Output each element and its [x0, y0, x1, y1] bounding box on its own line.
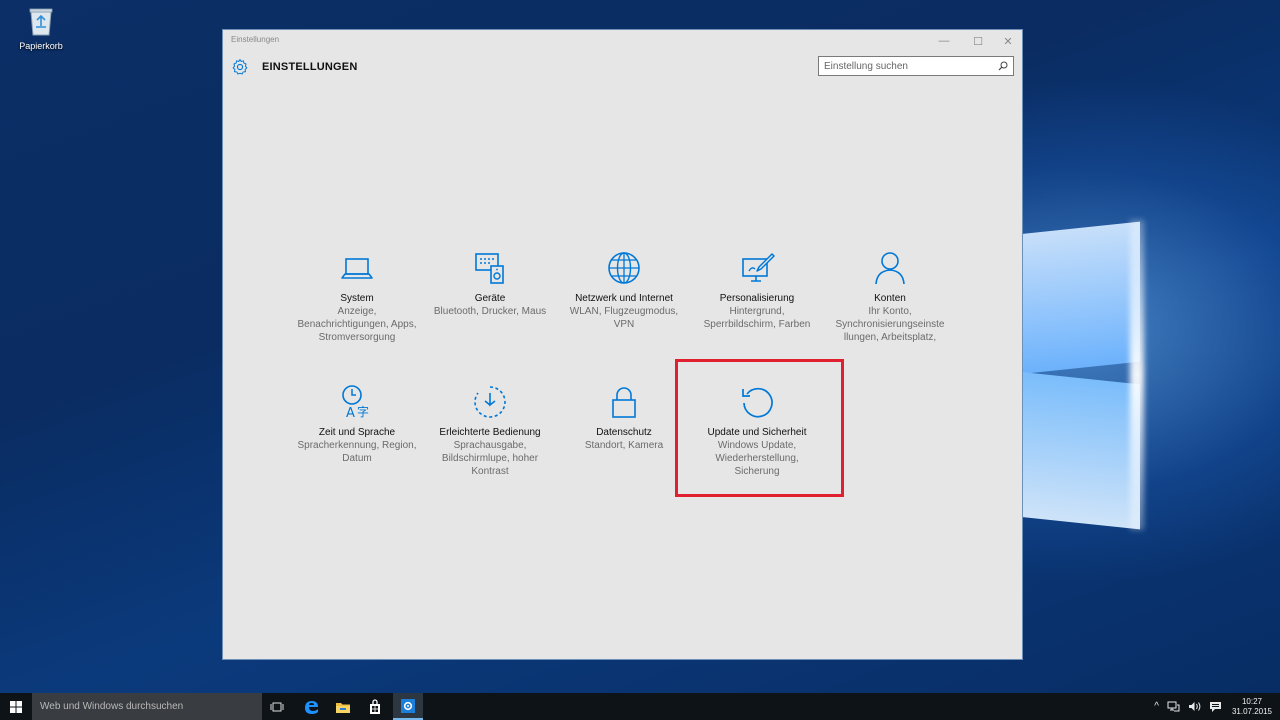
svg-text:字: 字: [357, 404, 369, 419]
tile-devices[interactable]: Geräte Bluetooth, Drucker, Maus: [430, 250, 550, 318]
minimize-button[interactable]: —: [927, 32, 961, 50]
tile-accounts[interactable]: Konten Ihr Konto, Synchronisierungseinst…: [830, 250, 950, 344]
maximize-button[interactable]: ☐: [961, 32, 995, 50]
time-language-icon: A 字: [342, 385, 369, 420]
wallpaper-light-lower: [1018, 371, 1140, 530]
folder-icon: [336, 702, 350, 713]
tile-name: Geräte: [474, 293, 506, 304]
taskbar: Web und Windows durchsuchen ^ 10:27 31.0…: [0, 693, 1280, 720]
tile-ease-of-access[interactable]: Erleichterte Bedienung Sprachausgabe, Bi…: [430, 384, 550, 478]
wallpaper-glow: [1130, 220, 1144, 530]
window-title: Einstellungen: [231, 35, 280, 44]
settings-window: Einstellungen — ☐ ✕ EINSTELLUNGEN System…: [222, 29, 1023, 660]
store-icon: [370, 698, 380, 714]
tile-description: Bluetooth, Drucker, Maus: [433, 306, 547, 317]
gear-icon: [232, 59, 248, 75]
close-button[interactable]: ✕: [991, 32, 1025, 50]
tile-personalization[interactable]: Personalisierung Hintergrund, Sperrbilds…: [697, 250, 817, 331]
taskbar-clock[interactable]: 10:27 31.07.2015: [1232, 697, 1272, 717]
taskbar-edge-button[interactable]: [296, 693, 326, 720]
taskbar-settings-button[interactable]: [393, 693, 423, 720]
desktop-icon-recycle-bin[interactable]: Papierkorb: [14, 6, 68, 51]
volume-icon[interactable]: [1188, 701, 1201, 712]
highlight-box: [675, 359, 844, 497]
tile-description: WLAN, Flugzeugmodus, VPN: [569, 306, 679, 330]
tile-description: Standort, Kamera: [584, 440, 664, 451]
tile-name: Personalisierung: [719, 293, 795, 304]
tile-name: Erleichterte Bedienung: [439, 427, 541, 438]
person-icon: [875, 252, 905, 285]
taskbar-explorer-button[interactable]: [328, 693, 358, 720]
start-button[interactable]: [0, 693, 32, 720]
recycle-bin-label: Papierkorb: [19, 41, 63, 51]
settings-search-input[interactable]: [818, 56, 1014, 76]
tray-chevron-icon[interactable]: ^: [1154, 701, 1159, 712]
clock-time: 10:27: [1241, 696, 1262, 706]
tile-name: System: [340, 293, 374, 304]
tile-privacy[interactable]: Datenschutz Standort, Kamera: [564, 384, 684, 452]
clock-date: 31.07.2015: [1231, 706, 1272, 716]
settings-header: EINSTELLUNGEN: [223, 52, 1022, 92]
laptop-icon: [341, 258, 373, 279]
tile-name: Konten: [874, 293, 906, 304]
wallpaper-light-upper: [1018, 221, 1140, 375]
network-icon[interactable]: [1167, 701, 1180, 712]
recycle-bin-icon: [29, 8, 53, 36]
system-tray: ^ 10:27 31.07.2015: [1146, 693, 1272, 720]
task-view-icon: [270, 702, 284, 711]
notifications-icon[interactable]: [1209, 701, 1222, 713]
svg-text:A: A: [346, 406, 355, 420]
tile-description: Sprachausgabe, Bildschirmlupe, hoher Kon…: [441, 440, 539, 477]
settings-app-icon: [401, 698, 415, 713]
tile-description: Spracherkennung, Region, Datum: [297, 440, 417, 464]
tile-time-language[interactable]: A 字 Zeit und Sprache Spracherkennung, Re…: [297, 384, 417, 465]
task-view-button[interactable]: [262, 693, 292, 720]
ease-of-access-icon: [474, 386, 506, 418]
taskbar-store-button[interactable]: [360, 693, 390, 720]
lock-icon: [612, 387, 636, 418]
tile-description: Ihr Konto, Synchronisierungseinste llung…: [835, 306, 945, 343]
globe-icon: [608, 252, 640, 284]
page-title: EINSTELLUNGEN: [262, 61, 358, 73]
tile-description: Anzeige, Benachrichtigungen, Apps, Strom…: [297, 306, 417, 343]
windows-logo-icon: [10, 700, 22, 713]
tile-name: Netzwerk und Internet: [575, 293, 673, 304]
tile-name: Datenschutz: [596, 427, 652, 438]
personalization-icon: [742, 253, 775, 282]
tile-network[interactable]: Netzwerk und Internet WLAN, Flugzeugmodu…: [564, 250, 684, 331]
title-bar[interactable]: Einstellungen — ☐ ✕: [223, 30, 1022, 52]
devices-icon: [475, 253, 504, 284]
taskbar-search-box[interactable]: Web und Windows durchsuchen: [32, 693, 262, 720]
tile-system[interactable]: System Anzeige, Benachrichtigungen, Apps…: [297, 250, 417, 344]
tile-description: Hintergrund, Sperrbildschirm, Farben: [703, 306, 811, 330]
search-icon[interactable]: [998, 61, 1008, 71]
tile-name: Zeit und Sprache: [318, 427, 396, 438]
edge-icon: [305, 700, 318, 714]
